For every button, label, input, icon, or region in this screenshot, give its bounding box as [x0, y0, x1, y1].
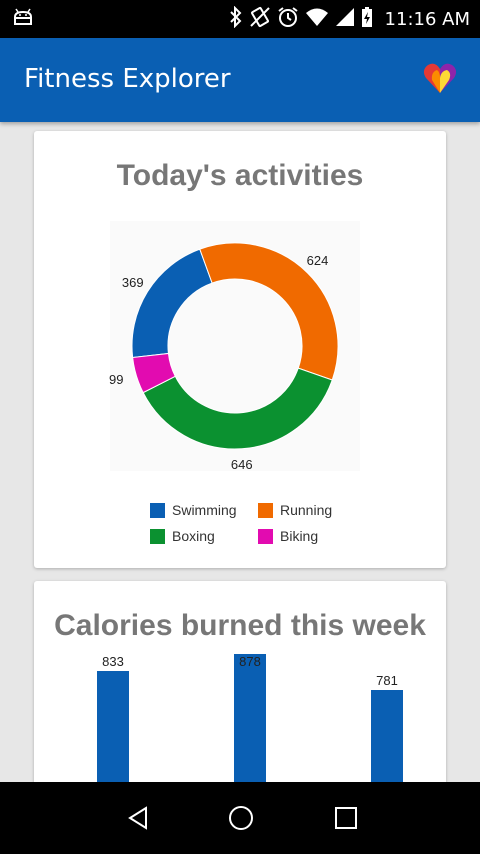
donut-value-label: 99 — [109, 372, 124, 388]
android-debug-icon — [12, 8, 34, 30]
donut-value-label: 369 — [121, 275, 144, 291]
back-icon[interactable] — [124, 804, 152, 836]
status-time: 11:16 AM — [384, 8, 470, 30]
recents-icon[interactable] — [332, 804, 360, 836]
app-bar: Fitness Explorer — [0, 38, 480, 122]
status-bar: 11:16 AM — [0, 0, 480, 38]
legend-label: Biking — [280, 528, 319, 544]
donut-value-label: 646 — [230, 456, 253, 472]
legend-swatch — [150, 502, 165, 518]
activities-donut-chart: 369 624 646 99 — [109, 221, 360, 472]
legend-row: Boxing Biking — [150, 523, 370, 549]
legend-label: Boxing — [172, 528, 215, 544]
legend-row: Swimming Running — [150, 497, 370, 523]
legend-item-boxing[interactable]: Boxing — [150, 528, 250, 544]
calories-bar[interactable] — [234, 654, 266, 801]
battery-charging-icon — [361, 6, 373, 32]
alarm-icon — [277, 6, 299, 32]
legend-swatch — [258, 528, 273, 544]
home-icon[interactable] — [227, 804, 255, 836]
legend-item-running[interactable]: Running — [258, 502, 332, 518]
legend-swatch — [258, 502, 273, 518]
donut-slice-boxing[interactable] — [142, 367, 333, 450]
legend-label: Swimming — [172, 502, 237, 518]
activities-card-title: Today's activities — [116, 159, 364, 192]
donut-slice-swimming[interactable] — [131, 248, 213, 359]
activities-legend: Swimming Running Boxing Biking — [150, 497, 370, 549]
legend-label: Running — [280, 502, 333, 518]
activities-card: Today's activities 369 624 646 99 Swimming R… — [34, 131, 446, 568]
google-fit-heart-icon — [422, 60, 458, 100]
signal-icon — [335, 7, 355, 31]
calories-card: Calories burned this week 833 878 781 — [34, 581, 446, 801]
bar-value-label: 833 — [102, 653, 124, 669]
wifi-icon — [305, 7, 329, 31]
legend-swatch — [150, 528, 165, 544]
calories-card-title: Calories burned this week — [54, 609, 426, 642]
legend-item-biking[interactable]: Biking — [258, 528, 318, 544]
app-title: Fitness Explorer — [24, 64, 231, 94]
navigation-bar — [0, 782, 480, 854]
bar-value-label: 781 — [376, 672, 398, 688]
bluetooth-icon — [229, 5, 243, 32]
vibrate-icon — [249, 6, 271, 32]
donut-value-label: 624 — [306, 253, 329, 269]
bar-value-label: 878 — [239, 654, 261, 669]
legend-item-swimming[interactable]: Swimming — [150, 502, 250, 518]
